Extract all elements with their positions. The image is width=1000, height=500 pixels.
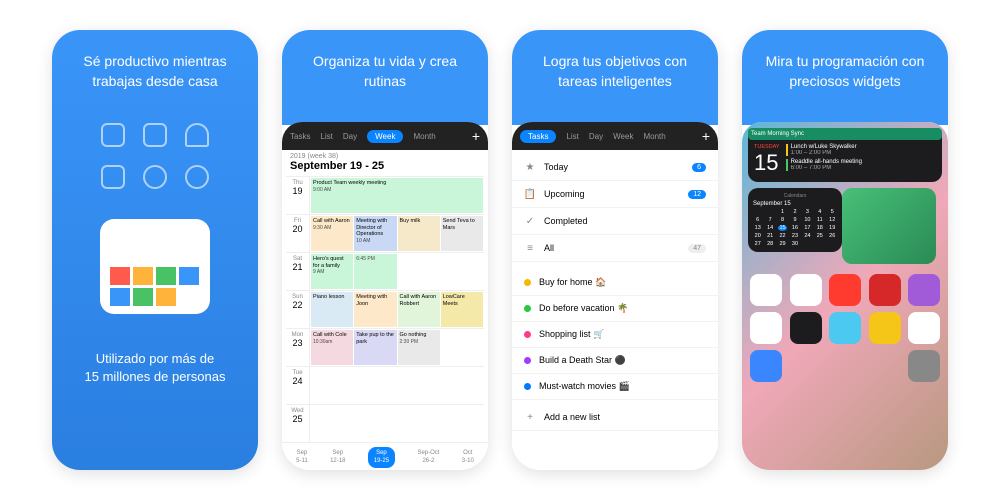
app-icon[interactable]	[908, 350, 940, 382]
app-icon[interactable]	[750, 350, 782, 382]
tab-month[interactable]: Month	[643, 132, 665, 141]
widget-event: Readdle all-hands meeting6:00 – 7:00 PM	[786, 159, 936, 171]
phone-screen: Team Morning Sync TUESDAY 15 Lunch w/Luk…	[742, 122, 948, 470]
task-list-item[interactable]: Shopping list 🛒	[512, 322, 718, 348]
widget-header: Team Morning Sync	[748, 128, 942, 140]
card-title: Sé productivo mientras trabajas desde ca…	[52, 30, 258, 113]
promo-card-3: Logra tus objetivos con tareas inteligen…	[512, 30, 718, 470]
bell-icon	[185, 123, 209, 147]
clock-icon	[185, 165, 209, 189]
calendar-icon	[143, 123, 167, 147]
tab-week[interactable]: Week	[613, 132, 633, 141]
app-icon	[100, 219, 210, 314]
widget-day: 15	[754, 150, 780, 176]
add-icon[interactable]: +	[702, 128, 710, 144]
calendar-row[interactable]: Sat21Hero's quest for a family9 AM6:45 P…	[286, 252, 484, 290]
card-title: Logra tus objetivos con tareas inteligen…	[512, 30, 718, 125]
app-dock	[748, 270, 942, 386]
add-list-label: Add a new list	[544, 412, 706, 422]
mini-week[interactable]: Sep-Oct 26-2	[417, 450, 439, 464]
task-list-item[interactable]: Must-watch movies 🎬	[512, 374, 718, 400]
smart-list-item[interactable]: ✓Completed	[512, 208, 718, 235]
mini-week[interactable]: Oct 3-10	[462, 450, 474, 464]
task-list-item[interactable]: Build a Death Star ⚫	[512, 348, 718, 374]
smart-lists: ★Today6📋Upcoming12✓Completed≡All47	[512, 150, 718, 266]
home-screen: Team Morning Sync TUESDAY 15 Lunch w/Luk…	[742, 122, 948, 470]
cal-month: September 15	[753, 201, 837, 207]
tab-bar: Tasks List Day Week Month +	[512, 122, 718, 150]
calendar-row[interactable]: Tue24	[286, 366, 484, 404]
card-title: Mira tu programación con preciosos widge…	[742, 30, 948, 125]
month-widget[interactable]: Calendars September 15 12345678910111213…	[748, 188, 842, 252]
task-list-item[interactable]: Do before vacation 🌴	[512, 296, 718, 322]
tab-month[interactable]: Month	[413, 132, 435, 141]
phone-screen: Tasks List Day Week Month + ★Today6📋Upco…	[512, 122, 718, 470]
promo-card-2: Organiza tu vida y crea rutinas Tasks Li…	[282, 30, 488, 470]
calendar-row[interactable]: Sun22Piano lessonMeeting with JoonCall w…	[286, 290, 484, 328]
plane-icon	[101, 123, 125, 147]
card-title: Organiza tu vida y crea rutinas	[282, 30, 488, 125]
tab-tasks[interactable]: Tasks	[290, 132, 310, 141]
smart-list-item[interactable]: ≡All47	[512, 235, 718, 262]
task-lists: Buy for home 🏠Do before vacation 🌴Shoppi…	[512, 266, 718, 404]
app-icon[interactable]	[908, 274, 940, 306]
widget-events: Lunch w/Luke Skywalker1:00 – 2:00 PM Read…	[786, 144, 936, 176]
add-list-button[interactable]: + Add a new list	[512, 404, 718, 431]
promo-card-4: Mira tu programación con preciosos widge…	[742, 30, 948, 470]
app-icon[interactable]	[869, 312, 901, 344]
map-widget[interactable]	[842, 188, 936, 264]
promo-card-1: Sé productivo mientras trabajas desde ca…	[52, 30, 258, 470]
calendar-grid[interactable]: Thu19Product Team weekly meeting9:00 AMF…	[282, 176, 488, 442]
agenda-widget[interactable]: Team Morning Sync TUESDAY 15 Lunch w/Luk…	[748, 128, 942, 182]
decorative-icons	[52, 113, 258, 199]
calendar-row[interactable]: Thu19Product Team weekly meeting9:00 AM	[286, 176, 484, 214]
app-icon[interactable]	[790, 274, 822, 306]
plus-icon: +	[524, 411, 536, 423]
calendar-row[interactable]: Mon23Call with Cole10:30amTake pup to th…	[286, 328, 484, 366]
cal-label: Calendars	[753, 193, 837, 199]
mini-week[interactable]: Sep 5-11	[296, 450, 308, 464]
pin-icon	[143, 165, 167, 189]
tab-list[interactable]: List	[320, 132, 332, 141]
mini-date-picker[interactable]: Sep 5-11 Sep 12-18 Sep 19-25 Sep-Oct 26-2 Oc…	[282, 442, 488, 470]
mini-week[interactable]: Sep 12-18	[330, 450, 345, 464]
app-icon[interactable]	[908, 312, 940, 344]
week-label: 2019 (week 38)	[282, 150, 488, 160]
app-icon[interactable]	[750, 274, 782, 306]
card-subtitle: Utilizado por más de 15 millones de pers…	[52, 314, 258, 422]
task-list-item[interactable]: Buy for home 🏠	[512, 270, 718, 296]
tab-week[interactable]: Week	[367, 130, 403, 143]
bike-icon	[101, 165, 125, 189]
add-icon[interactable]: +	[472, 128, 480, 144]
cal-days: 1234567891011121314151617181920212223242…	[753, 209, 837, 247]
tab-day[interactable]: Day	[343, 132, 357, 141]
calendar-row[interactable]: Fri20Call with Aaron9:30 AMMeeting with …	[286, 214, 484, 252]
date-range: September 19 - 25	[282, 160, 488, 176]
widget-event: Lunch w/Luke Skywalker1:00 – 2:00 PM	[786, 144, 936, 156]
phone-screen: Tasks List Day Week Month + 2019 (week 3…	[282, 122, 488, 470]
tab-tasks[interactable]: Tasks	[520, 130, 556, 143]
app-icon[interactable]	[750, 312, 782, 344]
tab-list[interactable]: List	[566, 132, 578, 141]
app-icon[interactable]	[869, 274, 901, 306]
tab-day[interactable]: Day	[589, 132, 603, 141]
tab-bar: Tasks List Day Week Month +	[282, 122, 488, 150]
app-icon[interactable]	[790, 312, 822, 344]
app-icon[interactable]	[829, 274, 861, 306]
smart-list-item[interactable]: 📋Upcoming12	[512, 181, 718, 208]
mini-week[interactable]: Sep 19-25	[368, 447, 395, 467]
calendar-row[interactable]: Wed25	[286, 404, 484, 442]
app-icon[interactable]	[829, 312, 861, 344]
smart-list-item[interactable]: ★Today6	[512, 154, 718, 181]
